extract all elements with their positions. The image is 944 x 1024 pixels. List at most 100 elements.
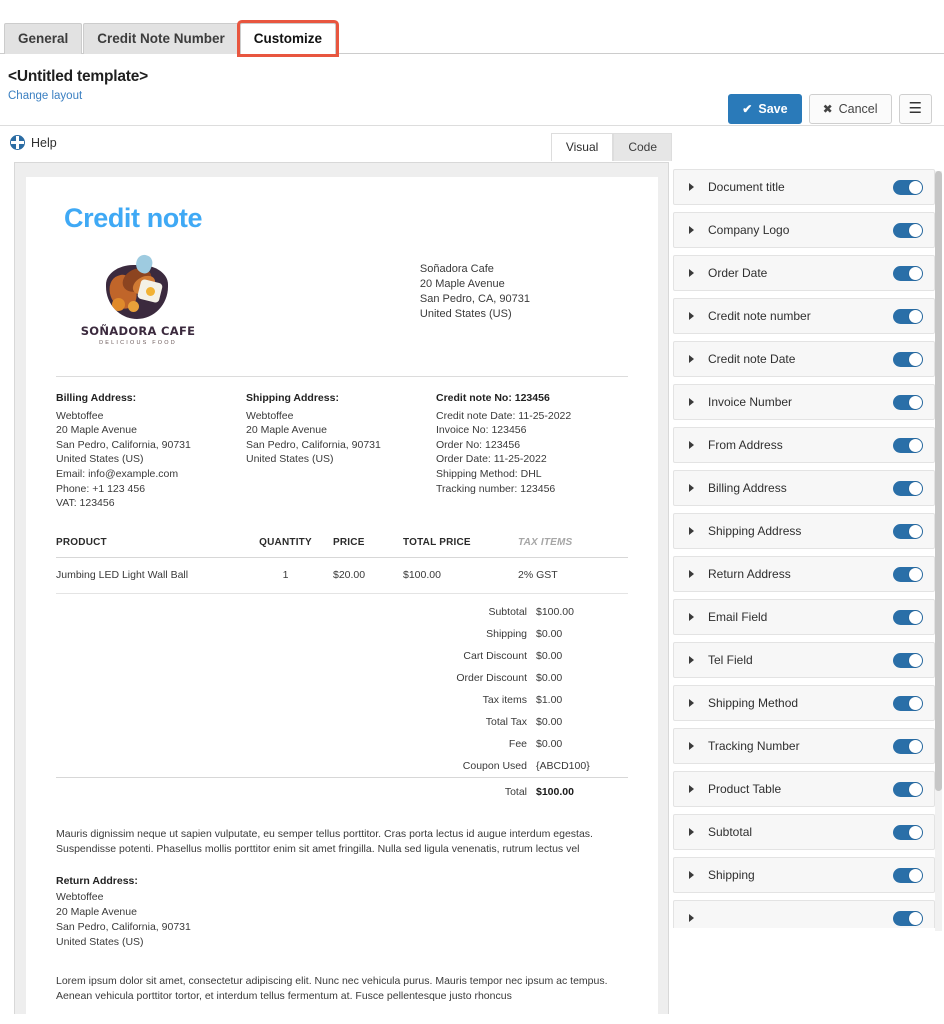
toggle-subtotal[interactable] [893,824,923,840]
toggle-shipping[interactable] [893,867,923,883]
panel-item-label: Tracking Number [708,739,800,753]
panel-item-invoice-number[interactable]: Invoice Number [673,384,935,420]
totals-row: Order Discount $0.00 [56,667,628,689]
chevron-right-icon [689,484,694,492]
toggle-product-table[interactable] [893,781,923,797]
product-table-header-row: PRODUCT QUANTITY PRICE TOTAL PRICE TAX I… [56,536,628,558]
hamburger-icon: ☰ [908,100,922,117]
panel-item-billing-address[interactable]: Billing Address [673,470,935,506]
hamburger-menu-button[interactable]: ☰ [898,94,932,124]
chevron-right-icon [689,441,694,449]
panel-item-credit-note-date[interactable]: Credit note Date [673,341,935,377]
chevron-right-icon [689,312,694,320]
toggle-document-title[interactable] [893,179,923,195]
toggle-credit-note-date[interactable] [893,351,923,367]
panel-item-credit-note-number[interactable]: Credit note number [673,298,935,334]
toggle-next[interactable] [893,910,923,926]
totals-row: Total Tax $0.00 [56,711,628,733]
cell-price: $20.00 [333,557,403,594]
meta-line: Credit note Date: 11-25-2022 [436,409,572,422]
panel-item-document-title[interactable]: Document title [673,169,935,205]
meta-line: Shipping Method: DHL [436,467,542,480]
help-link[interactable]: Help [10,135,57,150]
meta-line: Tracking number: 123456 [436,482,556,495]
tab-code[interactable]: Code [613,133,672,161]
billing-address-line: Webtoffee [56,409,104,422]
grand-total-label: Total [56,776,536,803]
meta-line: Invoice No: 123456 [436,424,527,437]
credit-note-no-label: Credit note No: [436,392,512,404]
toggle-tracking-number[interactable] [893,738,923,754]
panel-scrollbar[interactable] [935,171,942,931]
panel-item-email-field[interactable]: Email Field [673,599,935,635]
panel-scrollbar-thumb[interactable] [935,171,942,791]
chevron-right-icon [689,183,694,191]
toggle-email-field[interactable] [893,609,923,625]
credit-note-document: Credit note SOÑADORA CAFE DELICIOUS FOOD… [26,177,658,1014]
check-icon: ✔ [742,102,753,116]
toggle-invoice-number[interactable] [893,394,923,410]
panel-item-next[interactable] [673,900,935,928]
credit-note-no-value: 123456 [514,392,550,404]
totals-label: Fee [508,737,527,750]
toggle-shipping-method[interactable] [893,695,923,711]
toggle-return-address[interactable] [893,566,923,582]
cancel-button[interactable]: ✖ Cancel [808,94,892,124]
totals-table: Subtotal $100.00 Shipping $0.00 Cart Dis… [56,601,628,803]
tab-visual[interactable]: Visual [550,133,614,161]
from-address-line: San Pedro, CA, 90731 [419,293,530,305]
tab-customize[interactable]: Customize [239,23,337,54]
save-button[interactable]: ✔ Save [728,94,802,124]
totals-value: $0.00 [536,649,563,662]
column-total-price: TOTAL PRICE [403,536,518,558]
panel-item-label: Subtotal [708,825,753,839]
tab-general[interactable]: General [4,23,83,54]
panel-item-company-logo[interactable]: Company Logo [673,212,935,248]
panel-item-label: Company Logo [708,223,790,237]
return-address-line: Webtoffee [56,890,104,903]
chevron-right-icon [689,914,694,922]
editor-mode-tabs: Visual Code [550,133,672,161]
toggle-tel-field[interactable] [893,652,923,668]
shipping-address-block: Shipping Address: Webtoffee 20 Maple Ave… [246,391,436,511]
totals-value: $0.00 [536,627,563,640]
toggle-company-logo[interactable] [893,222,923,238]
toggle-from-address[interactable] [893,437,923,453]
main-area: Credit note SOÑADORA CAFE DELICIOUS FOOD… [0,161,944,1014]
tab-credit-note-number[interactable]: Credit Note Number [83,23,239,54]
panel-item-label: Invoice Number [708,395,793,409]
cell-tax-items: 2% GST [518,557,628,594]
close-icon: ✖ [822,102,833,116]
totals-label: Tax items [482,693,527,706]
toggle-order-date[interactable] [893,265,923,281]
from-address-line: Soñadora Cafe [419,263,494,275]
cell-total-price: $100.00 [403,557,518,594]
table-row: Jumbing LED Light Wall Ball 1 $20.00 $10… [56,557,628,594]
totals-row: Coupon Used {ABCD100} [56,755,628,778]
panel-item-return-address[interactable]: Return Address [673,556,935,592]
change-layout-link[interactable]: Change layout [8,90,82,102]
totals-row: Tax items $1.00 [56,689,628,711]
panel-item-order-date[interactable]: Order Date [673,255,935,291]
chevron-right-icon [689,269,694,277]
panel-item-label: Order Date [708,266,768,280]
chevron-right-icon [689,613,694,621]
toggle-shipping-address[interactable] [893,523,923,539]
toggle-billing-address[interactable] [893,480,923,496]
panel-item-subtotal[interactable]: Subtotal [673,814,935,850]
shipping-address-line: 20 Maple Avenue [246,424,327,437]
panel-item-product-table[interactable]: Product Table [673,771,935,807]
panel-item-shipping-address[interactable]: Shipping Address [673,513,935,549]
panel-item-from-address[interactable]: From Address [673,427,935,463]
template-preview-pane: Credit note SOÑADORA CAFE DELICIOUS FOOD… [14,162,669,1014]
billing-address-line: United States (US) [56,453,144,466]
return-address-line: 20 Maple Avenue [56,905,137,918]
toggle-credit-note-number[interactable] [893,308,923,324]
panel-item-shipping[interactable]: Shipping [673,857,935,893]
panel-item-tel-field[interactable]: Tel Field [673,642,935,678]
cell-quantity: 1 [238,557,333,594]
panel-item-shipping-method[interactable]: Shipping Method [673,685,935,721]
panel-item-tracking-number[interactable]: Tracking Number [673,728,935,764]
shipping-address-line: San Pedro, California, 90731 [246,438,381,451]
document-header-row: SOÑADORA CAFE DELICIOUS FOOD Soñadora Ca… [56,252,628,346]
